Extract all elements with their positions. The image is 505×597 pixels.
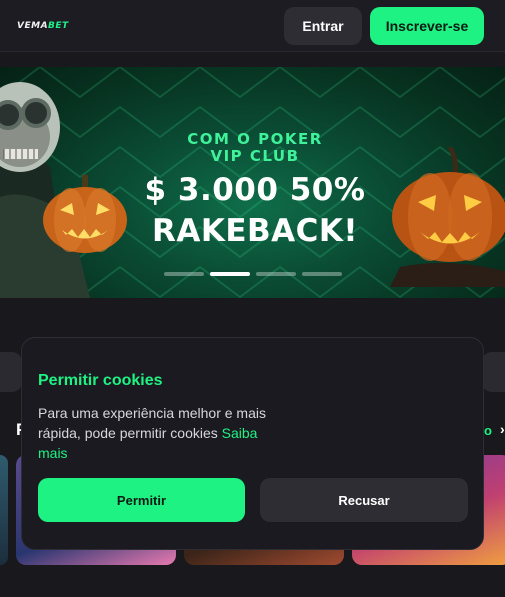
- page: VEMA BET Entrar Inscrever-se COM O POKER…: [0, 0, 505, 597]
- game-tile[interactable]: [0, 455, 8, 565]
- logo-suffix: BET: [48, 21, 69, 31]
- carousel-indicators: [164, 272, 342, 276]
- banner-subtitle-2: VIP CLUB: [210, 147, 300, 165]
- cookie-title: Permitir cookies: [38, 372, 163, 389]
- accept-cookies-button[interactable]: Permitir: [38, 478, 245, 522]
- login-button[interactable]: Entrar: [284, 7, 362, 45]
- carousel-dot[interactable]: [256, 272, 296, 276]
- banner-subtitle-1: COM O POKER: [187, 130, 323, 148]
- banner-title-2: RAKEBACK!: [151, 213, 359, 249]
- decline-cookies-button[interactable]: Recusar: [260, 478, 468, 522]
- top-header: VEMA BET Entrar Inscrever-se: [0, 0, 505, 52]
- carousel-dot[interactable]: [302, 272, 342, 276]
- category-chip-left[interactable]: [0, 352, 22, 392]
- brand-logo[interactable]: VEMA BET: [17, 19, 69, 33]
- banner-title-1: $ 3.000 50%: [144, 172, 366, 208]
- cookie-description: Para uma experiência melhor e mais rápid…: [38, 403, 278, 463]
- section-view-all-link[interactable]: o: [484, 423, 492, 438]
- section-next-arrow-icon[interactable]: ›: [500, 421, 505, 437]
- logo-prefix: VEMA: [17, 21, 49, 31]
- pumpkin-left-illustration: [43, 175, 127, 253]
- pumpkin-right-illustration: [390, 147, 505, 287]
- register-button[interactable]: Inscrever-se: [370, 7, 484, 45]
- category-chip-right[interactable]: [482, 352, 505, 392]
- banner-text: COM O POKER VIP CLUB $ 3.000 50% RAKEBAC…: [120, 130, 390, 249]
- promo-banner[interactable]: COM O POKER VIP CLUB $ 3.000 50% RAKEBAC…: [0, 67, 505, 298]
- carousel-dot[interactable]: [164, 272, 204, 276]
- cookie-consent-dialog: Permitir cookies Para uma experiência me…: [21, 337, 484, 550]
- carousel-dot-active[interactable]: [210, 272, 250, 276]
